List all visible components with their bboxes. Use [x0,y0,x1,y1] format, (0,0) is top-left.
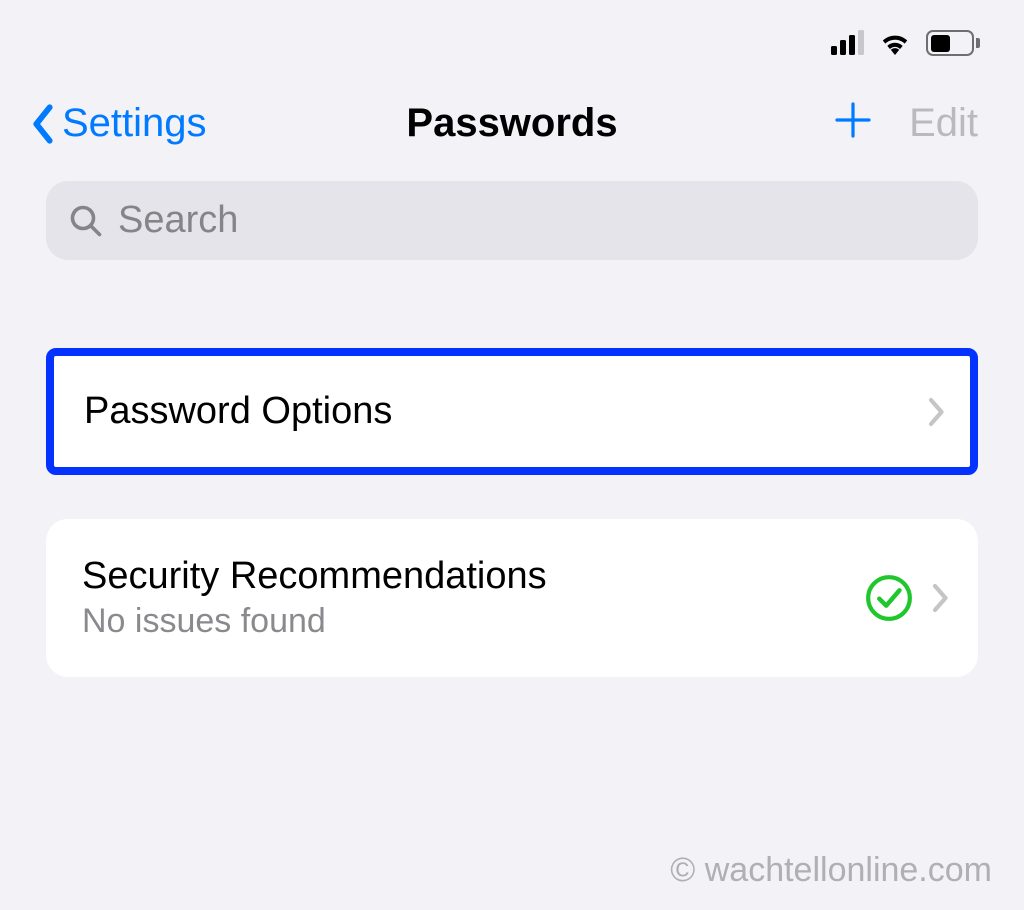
chevron-right-icon [932,583,950,613]
status-bar [0,0,1024,72]
checkmark-circle-icon [864,573,914,623]
search-field[interactable] [46,181,978,260]
plus-icon [833,100,873,140]
row-title: Security Recommendations [82,555,547,598]
watermark: © wachtellonline.com [670,851,992,890]
row-title: Password Options [84,390,392,433]
search-input[interactable] [118,199,956,242]
battery-icon [926,30,982,56]
page-title: Passwords [406,101,617,146]
cellular-signal-icon [831,31,864,55]
search-icon [68,203,104,239]
chevron-left-icon [30,104,56,144]
password-options-row[interactable]: Password Options [46,348,978,475]
add-button[interactable] [833,100,873,147]
security-recommendations-row[interactable]: Security Recommendations No issues found [46,519,978,677]
back-button[interactable]: Settings [30,101,207,146]
back-label: Settings [62,101,207,146]
row-subtitle: No issues found [82,602,547,641]
wifi-icon [878,30,912,56]
navigation-bar: Settings Passwords Edit [0,72,1024,181]
edit-button[interactable]: Edit [909,101,978,146]
chevron-right-icon [928,397,946,427]
